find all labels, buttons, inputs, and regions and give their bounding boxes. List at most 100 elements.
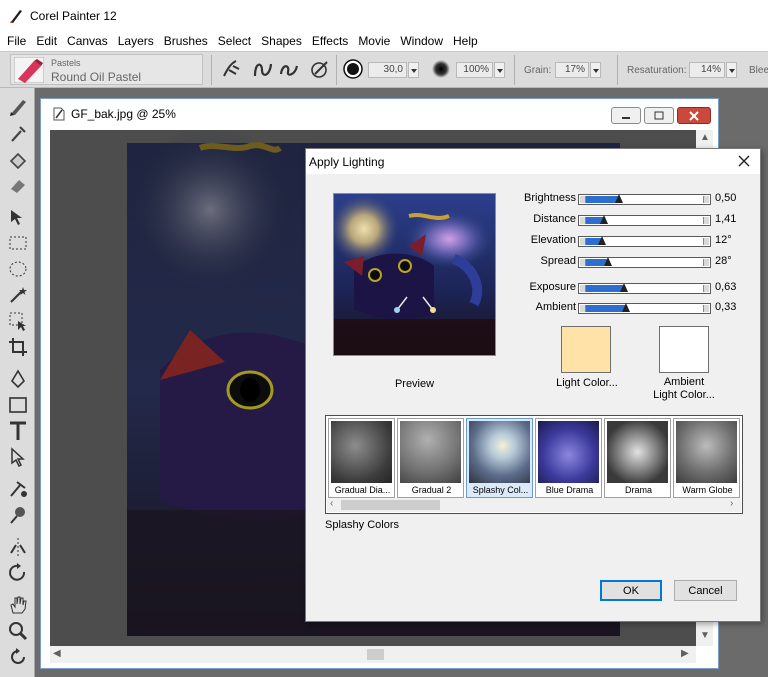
grain-field[interactable]: 17% bbox=[555, 62, 589, 78]
magic-wand-icon[interactable] bbox=[7, 284, 29, 306]
separator bbox=[211, 55, 212, 85]
mirror-painting-icon[interactable] bbox=[7, 536, 29, 558]
scroll-left-icon[interactable]: ‹ bbox=[330, 498, 333, 509]
shape-selection-icon[interactable] bbox=[7, 446, 29, 468]
brush-selector[interactable]: Pastels Round Oil Pastel bbox=[10, 54, 203, 85]
eraser-tool-icon[interactable] bbox=[7, 174, 29, 196]
spread-slider[interactable] bbox=[578, 257, 711, 268]
grain-dropdown-button[interactable] bbox=[590, 62, 601, 78]
minimize-icon bbox=[622, 116, 630, 119]
selected-light-name: Splashy Colors bbox=[325, 519, 399, 531]
separator bbox=[514, 55, 515, 85]
menu-edit[interactable]: Edit bbox=[31, 34, 62, 48]
rotate-tool-icon[interactable] bbox=[7, 562, 29, 584]
size-dab-icon bbox=[343, 59, 363, 79]
crop-tool-icon[interactable] bbox=[7, 336, 29, 358]
library-item-splashy-colors[interactable]: Splashy Col... bbox=[466, 418, 533, 498]
menu-movie[interactable]: Movie bbox=[353, 34, 395, 48]
property-bar: Pastels Round Oil Pastel 30,0 100% Grain… bbox=[0, 51, 768, 88]
grabber-hand-icon[interactable] bbox=[7, 594, 29, 616]
ambient-color-label[interactable]: Ambient Light Color... bbox=[629, 376, 739, 402]
horizontal-scrollbar[interactable]: ◀ ▶ bbox=[50, 646, 696, 663]
scroll-up-icon[interactable]: ▲ bbox=[700, 132, 710, 143]
opacity-field[interactable]: 100% bbox=[456, 62, 493, 78]
pen-tool-icon[interactable] bbox=[7, 368, 29, 390]
close-document-button[interactable] bbox=[677, 107, 711, 124]
layer-adjuster-icon[interactable] bbox=[7, 206, 29, 228]
brightness-slider[interactable] bbox=[578, 194, 711, 205]
lighting-library: Gradual Dia... Gradual 2 Splashy Col... … bbox=[325, 415, 743, 514]
rotate-page-icon[interactable] bbox=[7, 646, 29, 668]
maximize-button[interactable] bbox=[644, 107, 674, 124]
light-color-label[interactable]: Light Color... bbox=[532, 377, 642, 390]
slider-thumb[interactable] bbox=[622, 303, 631, 312]
distance-slider[interactable] bbox=[578, 215, 711, 226]
slider-thumb[interactable] bbox=[597, 236, 606, 245]
library-item-warm-globe[interactable]: Warm Globe bbox=[673, 418, 740, 498]
slider-thumb[interactable] bbox=[603, 257, 612, 266]
preview-image[interactable] bbox=[334, 194, 496, 356]
ambient-color-swatch[interactable] bbox=[659, 326, 709, 373]
exposure-slider[interactable] bbox=[578, 283, 711, 294]
menu-file[interactable]: File bbox=[2, 34, 31, 48]
resaturation-dropdown-button[interactable] bbox=[726, 62, 737, 78]
dropper-tool-icon[interactable] bbox=[7, 123, 29, 145]
brush-tool-icon[interactable] bbox=[7, 96, 29, 118]
paint-bucket-icon[interactable] bbox=[7, 149, 29, 171]
library-item-gradual-diagonal[interactable]: Gradual Dia... bbox=[328, 418, 395, 498]
elevation-slider[interactable] bbox=[578, 236, 711, 247]
blender-tool-icon[interactable] bbox=[7, 504, 29, 526]
preview-label: Preview bbox=[394, 378, 435, 390]
scroll-left-icon[interactable]: ◀ bbox=[53, 648, 61, 659]
menu-effects[interactable]: Effects bbox=[307, 34, 353, 48]
library-item-drama[interactable]: Drama bbox=[604, 418, 671, 498]
lighting-preview[interactable] bbox=[333, 193, 496, 356]
library-scroll-thumb[interactable] bbox=[341, 500, 440, 510]
slider-thumb[interactable] bbox=[615, 194, 624, 203]
light-color-swatch[interactable] bbox=[561, 326, 611, 373]
scroll-right-icon[interactable]: › bbox=[730, 498, 733, 509]
brush-ghost-icon[interactable] bbox=[309, 58, 331, 80]
ambient-value: 0,33 bbox=[715, 301, 737, 313]
menu-layers[interactable]: Layers bbox=[113, 34, 159, 48]
rectangle-shape-icon[interactable] bbox=[7, 394, 29, 416]
magnifier-icon[interactable] bbox=[7, 620, 29, 642]
menu-shapes[interactable]: Shapes bbox=[256, 34, 307, 48]
apply-lighting-dialog: Apply Lighting Preview Brightness 0,50 D… bbox=[305, 148, 761, 622]
rect-select-icon[interactable] bbox=[7, 232, 29, 254]
selection-adjuster-icon[interactable] bbox=[7, 310, 29, 332]
library-item-blue-drama[interactable]: Blue Drama bbox=[535, 418, 602, 498]
minimize-button[interactable] bbox=[611, 107, 641, 124]
menu-select[interactable]: Select bbox=[213, 34, 256, 48]
slider-thumb[interactable] bbox=[619, 283, 628, 292]
menu-brushes[interactable]: Brushes bbox=[159, 34, 213, 48]
scroll-right-icon[interactable]: ▶ bbox=[681, 648, 689, 659]
library-scrollbar[interactable]: ‹ › bbox=[327, 498, 741, 512]
library-item-gradual-2[interactable]: Gradual 2 bbox=[397, 418, 464, 498]
slider-thumb[interactable] bbox=[600, 215, 609, 224]
menu-help[interactable]: Help bbox=[448, 34, 483, 48]
size-dropdown-button[interactable] bbox=[408, 62, 419, 78]
stroke-type-icon[interactable] bbox=[252, 58, 274, 80]
lighting-thumbnail bbox=[538, 421, 599, 483]
menu-window[interactable]: Window bbox=[395, 34, 448, 48]
size-field[interactable]: 30,0 bbox=[368, 62, 407, 78]
ambient-slider[interactable] bbox=[578, 303, 711, 314]
brush-dab-icon[interactable] bbox=[221, 58, 243, 80]
cloner-tool-icon[interactable] bbox=[7, 478, 29, 500]
grain-label: Grain: bbox=[524, 65, 552, 76]
close-icon[interactable] bbox=[736, 153, 752, 169]
library-item-label: Drama bbox=[624, 485, 652, 495]
resaturation-field[interactable]: 14% bbox=[689, 62, 725, 78]
stroke-single-icon[interactable] bbox=[278, 58, 300, 80]
opacity-dropdown-button[interactable] bbox=[494, 62, 505, 78]
menu-canvas[interactable]: Canvas bbox=[62, 34, 113, 48]
horizontal-scroll-thumb[interactable] bbox=[367, 649, 384, 660]
library-item-label: Gradual 2 bbox=[411, 485, 452, 495]
oval-select-icon[interactable] bbox=[7, 258, 29, 280]
cancel-button[interactable]: Cancel bbox=[674, 580, 737, 601]
separator bbox=[336, 55, 337, 85]
text-tool-icon[interactable] bbox=[7, 420, 29, 442]
scroll-down-icon[interactable]: ▼ bbox=[700, 630, 710, 641]
ok-button[interactable]: OK bbox=[600, 580, 662, 601]
